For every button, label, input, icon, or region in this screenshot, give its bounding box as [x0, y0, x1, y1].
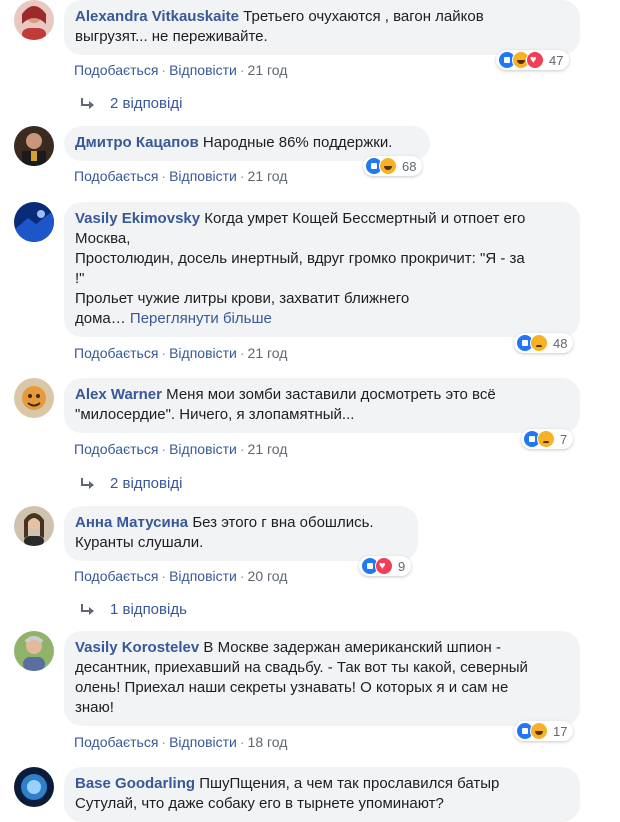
haha-icon — [379, 157, 397, 175]
reaction-summary[interactable]: 47 — [496, 50, 570, 70]
comment-author[interactable]: Base Goodarling — [75, 775, 195, 792]
reaction-summary[interactable]: 9 — [359, 556, 412, 576]
comment-bubble: Vasily Ekimovsky Когда умрет Кощей Бессм… — [64, 202, 580, 337]
love-icon — [526, 51, 544, 69]
comment-author[interactable]: Vasily Korostelev — [75, 639, 199, 656]
reaction-count: 47 — [549, 52, 564, 68]
timestamp[interactable]: 18 год — [248, 734, 288, 750]
reaction-summary[interactable]: 68 — [363, 156, 423, 176]
timestamp[interactable]: 21 год — [248, 441, 288, 457]
view-replies[interactable]: 1 відповідь — [80, 601, 187, 618]
avatar[interactable] — [14, 378, 54, 418]
comment-bubble: Анна Матусина Без этого г вна обошлись. … — [64, 506, 418, 561]
timestamp[interactable]: 21 год — [248, 345, 288, 361]
like-link[interactable]: Подобається — [74, 168, 158, 184]
reply-link[interactable]: Відповісти — [169, 168, 237, 184]
timestamp[interactable]: 20 год — [248, 568, 288, 584]
like-link[interactable]: Подобається — [74, 568, 158, 584]
reaction-summary[interactable]: 48 — [514, 333, 574, 353]
comment-author[interactable]: Анна Матусина — [75, 514, 188, 531]
sad-icon — [537, 430, 555, 448]
reply-link[interactable]: Відповісти — [169, 345, 237, 361]
see-more-link[interactable]: Переглянути більше — [130, 310, 272, 327]
comment-actions: Подобається · Відповісти · 18 год — [74, 734, 288, 750]
reply-arrow-icon — [81, 97, 94, 109]
replies-count[interactable]: 2 відповіді — [110, 475, 182, 492]
avatar[interactable] — [14, 506, 54, 546]
timestamp[interactable]: 21 год — [248, 62, 288, 78]
replies-count[interactable]: 2 відповіді — [110, 95, 182, 112]
avatar[interactable] — [14, 202, 54, 242]
love-icon — [375, 557, 393, 575]
reply-link[interactable]: Відповісти — [169, 734, 237, 750]
comment-bubble: Alexandra Vitkauskaite Третьего очухаютс… — [64, 0, 580, 55]
comment-text: Народные 86% поддержки. — [202, 134, 393, 151]
reply-link[interactable]: Відповісти — [169, 62, 237, 78]
comment-author[interactable]: Alex Warner — [75, 386, 162, 403]
comment-actions: Подобається · Відповісти · 21 год — [74, 441, 288, 457]
view-replies[interactable]: 2 відповіді — [80, 95, 182, 112]
view-replies[interactable]: 2 відповіді — [80, 475, 182, 492]
comment-bubble: Base Goodarling ПшуПщения, а чем так про… — [64, 767, 580, 822]
comment-author[interactable]: Alexandra Vitkauskaite — [75, 8, 239, 25]
reaction-count: 9 — [398, 558, 406, 574]
sad-icon — [530, 334, 548, 352]
comment-actions: Подобається · Відповісти · 21 год — [74, 168, 288, 184]
reaction-count: 48 — [553, 335, 568, 351]
avatar[interactable] — [14, 767, 54, 807]
reaction-count: 7 — [560, 431, 568, 447]
haha-icon — [530, 722, 548, 740]
reply-link[interactable]: Відповісти — [169, 441, 237, 457]
like-link[interactable]: Подобається — [74, 441, 158, 457]
reaction-count: 68 — [402, 158, 417, 174]
comment-bubble: Vasily Korostelev В Москве задержан амер… — [64, 631, 580, 726]
like-link[interactable]: Подобається — [74, 62, 158, 78]
reply-arrow-icon — [81, 603, 94, 615]
comment-actions: Подобається · Відповісти · 20 год — [74, 568, 288, 584]
comment-author[interactable]: Дмитро Кацапов — [75, 134, 199, 151]
avatar[interactable] — [14, 0, 54, 40]
replies-count[interactable]: 1 відповідь — [110, 601, 187, 618]
reaction-summary[interactable]: 17 — [514, 721, 574, 741]
comment-actions: Подобається · Відповісти · 21 год — [74, 345, 288, 361]
like-link[interactable]: Подобається — [74, 345, 158, 361]
comment-actions: Подобається · Відповісти · 21 год — [74, 62, 288, 78]
reply-arrow-icon — [81, 477, 94, 489]
avatar[interactable] — [14, 631, 54, 671]
reaction-count: 17 — [553, 723, 568, 739]
like-link[interactable]: Подобається — [74, 734, 158, 750]
reply-link[interactable]: Відповісти — [169, 568, 237, 584]
comment-author[interactable]: Vasily Ekimovsky — [75, 210, 200, 227]
timestamp[interactable]: 21 год — [248, 168, 288, 184]
avatar[interactable] — [14, 126, 54, 166]
reaction-summary[interactable]: 7 — [521, 429, 574, 449]
comment-bubble: Alex Warner Меня мои зомби заставили дос… — [64, 378, 580, 433]
